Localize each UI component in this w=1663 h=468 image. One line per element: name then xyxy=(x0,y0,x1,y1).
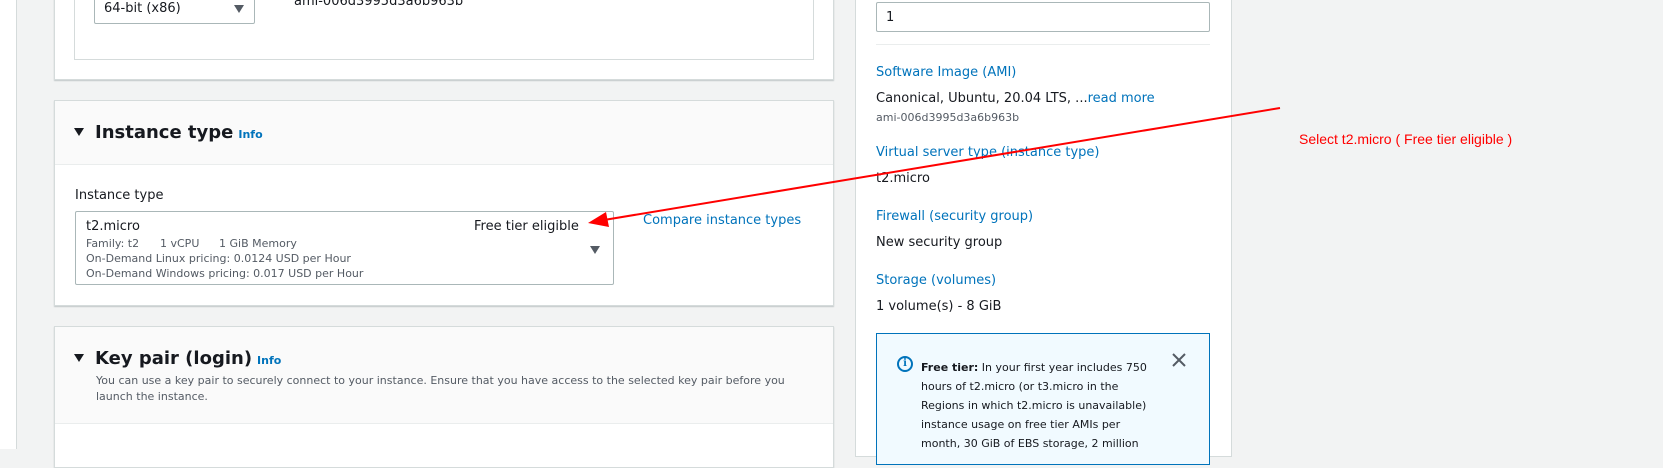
annotation-arrow xyxy=(588,107,1281,227)
annotation-text: Select t2.micro ( Free tier eligible ) xyxy=(1299,131,1513,147)
